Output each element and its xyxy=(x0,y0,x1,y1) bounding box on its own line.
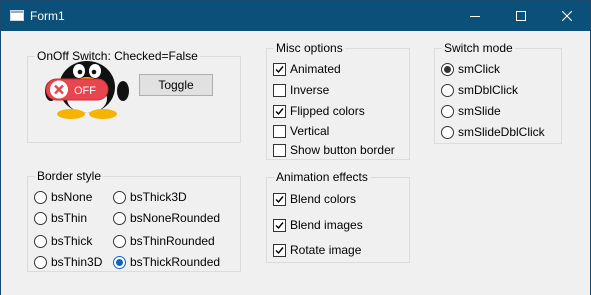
minimize-button[interactable] xyxy=(452,1,498,31)
checkbox-label: Show button border xyxy=(290,143,395,157)
radio-circle xyxy=(113,211,126,225)
client-area: OnOff Switch: Checked=False OFF Toggle B… xyxy=(1,31,590,295)
border-style-caption: Border style xyxy=(35,169,104,183)
checkbox-vertical[interactable]: Vertical xyxy=(273,124,329,138)
checkbox-label: Inverse xyxy=(290,83,330,97)
close-icon xyxy=(562,11,572,21)
radio-label: bsThin xyxy=(51,211,88,225)
switch-state-label: OFF xyxy=(74,85,96,97)
checkbox-label: Flipped colors xyxy=(290,104,365,118)
checkbox-inverse[interactable]: Inverse xyxy=(273,83,329,97)
checkbox-label: Rotate image xyxy=(290,243,362,257)
radio-circle xyxy=(441,125,454,139)
radio-bsthick[interactable]: bsThick xyxy=(34,234,92,248)
toggle-button[interactable]: Toggle xyxy=(139,74,213,96)
checkbox-box xyxy=(273,104,286,118)
radio-bsthickrounded[interactable]: bsThickRounded xyxy=(113,255,220,269)
radio-smdblclick[interactable]: smDblClick xyxy=(441,83,518,97)
radio-circle xyxy=(34,234,47,248)
window-title: Form1 xyxy=(30,9,65,23)
radio-smslidedblclick[interactable]: smSlideDblClick xyxy=(441,125,545,139)
checkbox-box xyxy=(273,143,286,157)
radio-bsthin[interactable]: bsThin xyxy=(34,211,87,225)
onoff-switch[interactable]: OFF xyxy=(45,59,129,119)
radio-bsthick3d[interactable]: bsThick3D xyxy=(113,190,187,204)
radio-circle xyxy=(113,190,126,204)
checkbox-show-button-border[interactable]: Show button border xyxy=(273,143,395,157)
check-icon xyxy=(275,195,284,203)
radio-circle-selected xyxy=(113,255,126,269)
checkbox-box xyxy=(273,62,286,76)
radio-circle-selected xyxy=(441,62,454,76)
checkbox-box xyxy=(273,192,286,206)
checkbox-label: Vertical xyxy=(290,124,330,138)
checkbox-box xyxy=(273,243,286,257)
radio-circle xyxy=(441,104,454,118)
maximize-button[interactable] xyxy=(498,1,544,31)
radio-circle xyxy=(113,234,126,248)
checkbox-box xyxy=(273,83,286,97)
check-icon xyxy=(275,221,284,229)
radio-bsthinrounded[interactable]: bsThinRounded xyxy=(113,234,215,248)
checkbox-box xyxy=(273,124,286,138)
radio-circle xyxy=(34,190,47,204)
check-icon xyxy=(275,246,284,254)
checkbox-label: Animated xyxy=(290,62,341,76)
checkbox-label: Blend colors xyxy=(290,192,357,206)
checkbox-blend-images[interactable]: Blend images xyxy=(273,218,363,232)
app-icon xyxy=(10,10,24,21)
checkbox-flipped-colors[interactable]: Flipped colors xyxy=(273,104,365,118)
radio-bsthin3d[interactable]: bsThin3D xyxy=(34,255,102,269)
radio-label: bsThinRounded xyxy=(130,234,215,248)
checkbox-blend-colors[interactable]: Blend colors xyxy=(273,192,356,206)
checkbox-label: Blend images xyxy=(290,218,363,232)
checkbox-rotate-image[interactable]: Rotate image xyxy=(273,243,361,257)
maximize-icon xyxy=(516,11,526,21)
radio-label: bsNoneRounded xyxy=(130,211,221,225)
checkbox-box xyxy=(273,218,286,232)
radio-circle xyxy=(34,211,47,225)
radio-label: smSlideDblClick xyxy=(458,125,545,139)
radio-label: bsThickRounded xyxy=(130,255,221,269)
radio-label: bsThick3D xyxy=(130,190,187,204)
minimize-icon xyxy=(470,16,480,17)
title-bar[interactable]: Form1 xyxy=(1,1,590,31)
switch-mode-caption: Switch mode xyxy=(442,41,515,55)
radio-smclick[interactable]: smClick xyxy=(441,62,500,76)
radio-circle xyxy=(441,83,454,97)
check-icon xyxy=(275,65,284,73)
radio-label: smClick xyxy=(458,62,500,76)
radio-bsnonerounded[interactable]: bsNoneRounded xyxy=(113,211,220,225)
radio-label: smSlide xyxy=(458,104,501,118)
radio-label: bsThick xyxy=(51,234,93,248)
radio-label: smDblClick xyxy=(458,83,518,97)
close-button[interactable] xyxy=(544,1,590,31)
app-window: Form1 OnOff Switch: Checked=False OFF To… xyxy=(0,0,591,295)
check-icon xyxy=(275,107,284,115)
radio-label: bsThin3D xyxy=(51,255,103,269)
animation-effects-caption: Animation effects xyxy=(274,170,370,184)
checkbox-animated[interactable]: Animated xyxy=(273,62,341,76)
misc-options-caption: Misc options xyxy=(274,41,345,55)
radio-smslide[interactable]: smSlide xyxy=(441,104,501,118)
radio-label: bsNone xyxy=(51,190,93,204)
radio-circle xyxy=(34,255,47,269)
radio-bsnone[interactable]: bsNone xyxy=(34,190,92,204)
